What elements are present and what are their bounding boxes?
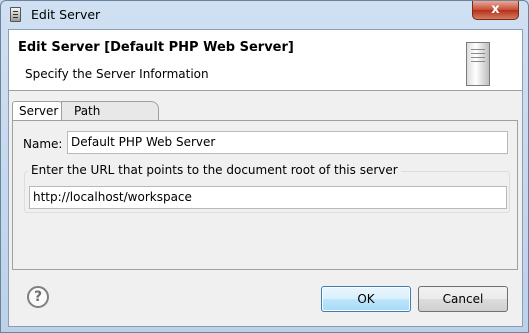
cancel-button[interactable]: Cancel	[418, 286, 508, 312]
url-input[interactable]: http://localhost/workspace	[29, 186, 507, 209]
app-icon	[10, 7, 21, 22]
server-icon	[466, 42, 490, 86]
server-tab-panel: Name: Default PHP Web Server Enter the U…	[12, 120, 518, 270]
name-input[interactable]: Default PHP Web Server	[67, 131, 508, 154]
page-description: Specify the Server Information	[25, 67, 209, 81]
ok-button[interactable]: OK	[321, 286, 411, 312]
close-button[interactable]: x	[472, 1, 519, 20]
help-button[interactable]: ?	[27, 286, 49, 308]
page-title: Edit Server [Default PHP Web Server]	[18, 40, 294, 55]
dialog-header: Edit Server [Default PHP Web Server] Spe…	[9, 30, 522, 91]
dialog-client-area: Edit Server [Default PHP Web Server] Spe…	[8, 29, 523, 327]
url-group-label: Enter the URL that points to the documen…	[28, 163, 401, 177]
title-bar[interactable]: Edit Server x	[1, 1, 528, 29]
window-title: Edit Server	[31, 7, 101, 22]
tab-path-mapping[interactable]: Path Mapping	[61, 101, 159, 136]
close-icon: x	[491, 2, 500, 17]
help-icon: ?	[33, 289, 43, 305]
url-group: Enter the URL that points to the documen…	[24, 163, 510, 213]
dialog-window: Edit Server x Edit Server [Default PHP W…	[0, 0, 529, 333]
name-label: Name:	[23, 137, 63, 151]
tab-server[interactable]: Server	[12, 101, 62, 121]
